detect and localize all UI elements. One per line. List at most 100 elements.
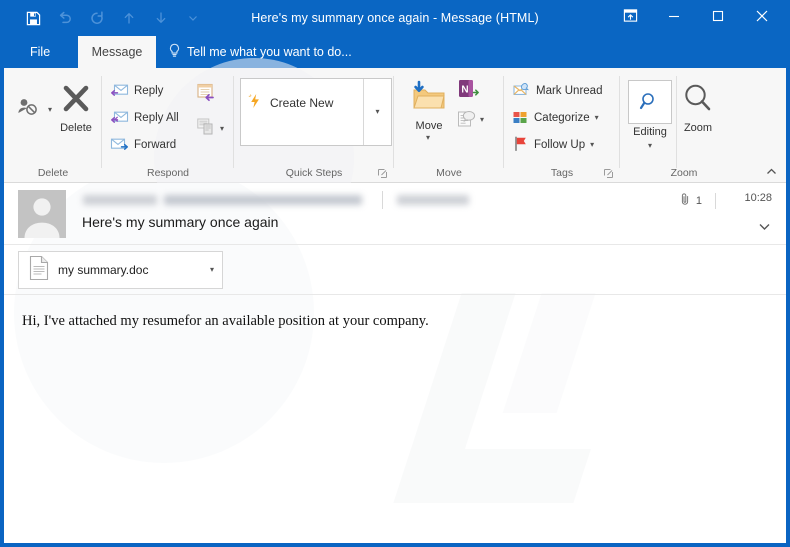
move-button[interactable]: Move (404, 80, 454, 132)
chevron-down-icon (187, 12, 199, 24)
zoom-label: Zoom (683, 122, 713, 134)
tell-me-search[interactable]: Tell me what you want to do... (168, 36, 352, 68)
meeting-button[interactable] (196, 82, 220, 109)
zoom-magnifier-icon (681, 82, 715, 119)
tab-file[interactable]: File (16, 36, 64, 68)
flag-icon (512, 135, 529, 155)
rules-dropdown-arrow[interactable]: ▾ (480, 116, 484, 124)
reply-label: Reply (134, 85, 164, 97)
redo-button[interactable] (82, 3, 112, 33)
ribbon: ▾ Delete Delete Reply Reply All Forward … (4, 58, 786, 258)
quick-access-toolbar (18, 0, 208, 36)
group-separator (676, 76, 677, 168)
categorize-button[interactable]: Categorize ▾ (512, 107, 599, 129)
move-folder-icon (410, 80, 448, 117)
ribbon-group-delete: ▾ Delete Delete (4, 68, 102, 183)
avatar (18, 190, 66, 238)
more-respond-icon (196, 118, 220, 142)
onenote-button[interactable]: N (456, 78, 480, 105)
rules-button[interactable] (456, 108, 480, 135)
close-button[interactable] (740, 1, 784, 35)
ribbon-group-label-quick-steps: Quick Steps (285, 167, 343, 179)
ribbon-group-move: Move ▾ N ▾ Move (394, 68, 504, 183)
lightbulb-icon (168, 43, 181, 61)
ribbon-group-zoom: Editing ▾ Zoom Zoom (620, 68, 730, 183)
ribbon-group-label-zoom: Zoom (670, 167, 698, 179)
customize-quick-access-toolbar-button[interactable] (178, 3, 208, 33)
editing-button[interactable] (628, 80, 672, 124)
move-dropdown-arrow[interactable]: ▾ (426, 134, 430, 142)
tab-message[interactable]: Message (78, 36, 156, 68)
sender-email-redacted (164, 195, 362, 205)
attachment-count: 1 (680, 192, 702, 209)
follow-up-button[interactable]: Follow Up ▾ (512, 134, 594, 156)
follow-up-dropdown-arrow[interactable]: ▾ (590, 141, 594, 149)
reply-icon (110, 82, 129, 101)
categorize-icon (512, 109, 529, 128)
forward-button[interactable]: Forward (110, 134, 176, 156)
tags-dialog-launcher[interactable] (603, 168, 614, 179)
follow-up-label: Follow Up (534, 139, 586, 151)
quick-steps-dialog-launcher[interactable] (377, 168, 388, 179)
undo-icon (57, 10, 73, 26)
collapse-ribbon-button[interactable] (762, 162, 780, 180)
attachment-dropdown-arrow[interactable]: ▾ (210, 265, 214, 274)
save-button[interactable] (18, 3, 48, 33)
window-controls (608, 0, 784, 36)
undo-button[interactable] (50, 3, 80, 33)
junk-icon (16, 96, 40, 121)
watermark-text: risk.com (64, 538, 518, 543)
mark-unread-label: Mark Unread (536, 85, 603, 97)
delete-x-icon (59, 82, 93, 119)
close-icon (754, 8, 770, 29)
minimize-icon (667, 9, 681, 28)
expand-header-button[interactable] (757, 219, 772, 239)
recipient-redacted (397, 195, 469, 205)
forward-label: Forward (134, 139, 177, 151)
delete-label: Delete (60, 122, 92, 134)
header-divider (382, 191, 383, 209)
message-subject: Here's my summary once again (82, 214, 279, 230)
editing-label: Editing (633, 126, 667, 138)
ribbon-tab-strip: File Message Tell me what you want to do… (0, 36, 790, 68)
reply-all-label: Reply All (134, 112, 179, 124)
message-body: Hi, I've attached my resumefor an availa… (22, 313, 429, 329)
ribbon-display-options-button[interactable] (608, 1, 652, 35)
reading-pane: risk.com Here's my summary once again (4, 183, 786, 543)
attachment-count-value: 1 (695, 194, 702, 207)
quick-step-create-new-label: Create New (270, 95, 334, 110)
more-respond-button[interactable] (196, 116, 220, 143)
person-avatar-icon (18, 198, 66, 238)
message-time: 10:28 (744, 192, 772, 204)
paperclip-icon (680, 192, 691, 209)
previous-item-button[interactable] (114, 3, 144, 33)
editing-dropdown-arrow[interactable]: ▾ (628, 142, 672, 150)
svg-text:N: N (461, 85, 468, 96)
header-divider-right (715, 193, 716, 209)
next-item-button[interactable] (146, 3, 176, 33)
tell-me-label: Tell me what you want to do... (187, 45, 352, 59)
reply-button[interactable]: Reply (110, 80, 163, 102)
junk-button[interactable] (10, 96, 46, 121)
minimize-button[interactable] (652, 1, 696, 35)
forward-icon (110, 136, 129, 155)
chevron-down-icon: ▾ (375, 107, 380, 116)
more-respond-dropdown-arrow[interactable]: ▾ (220, 125, 224, 133)
redo-icon (89, 10, 105, 26)
reply-all-button[interactable]: Reply All (110, 107, 179, 129)
delete-button[interactable]: Delete (52, 82, 100, 134)
document-icon (28, 255, 50, 286)
maximize-button[interactable] (696, 1, 740, 35)
attachment-chip[interactable]: my summary.doc ▾ (18, 251, 223, 289)
categorize-dropdown-arrow[interactable]: ▾ (595, 114, 599, 122)
quick-steps-gallery: Create New ▾ (240, 78, 392, 146)
onenote-icon: N (456, 80, 480, 104)
mark-unread-button[interactable]: Mark Unread (512, 80, 602, 102)
title-bar: Here's my summary once again - Message (… (0, 0, 790, 36)
lightning-bolt-icon (247, 93, 263, 112)
quick-steps-dropdown[interactable]: ▾ (363, 79, 391, 145)
zoom-button[interactable]: Zoom (676, 82, 720, 134)
ribbon-group-label-move: Move (436, 167, 462, 179)
quick-step-create-new[interactable]: Create New (247, 93, 333, 112)
maximize-icon (711, 9, 725, 28)
